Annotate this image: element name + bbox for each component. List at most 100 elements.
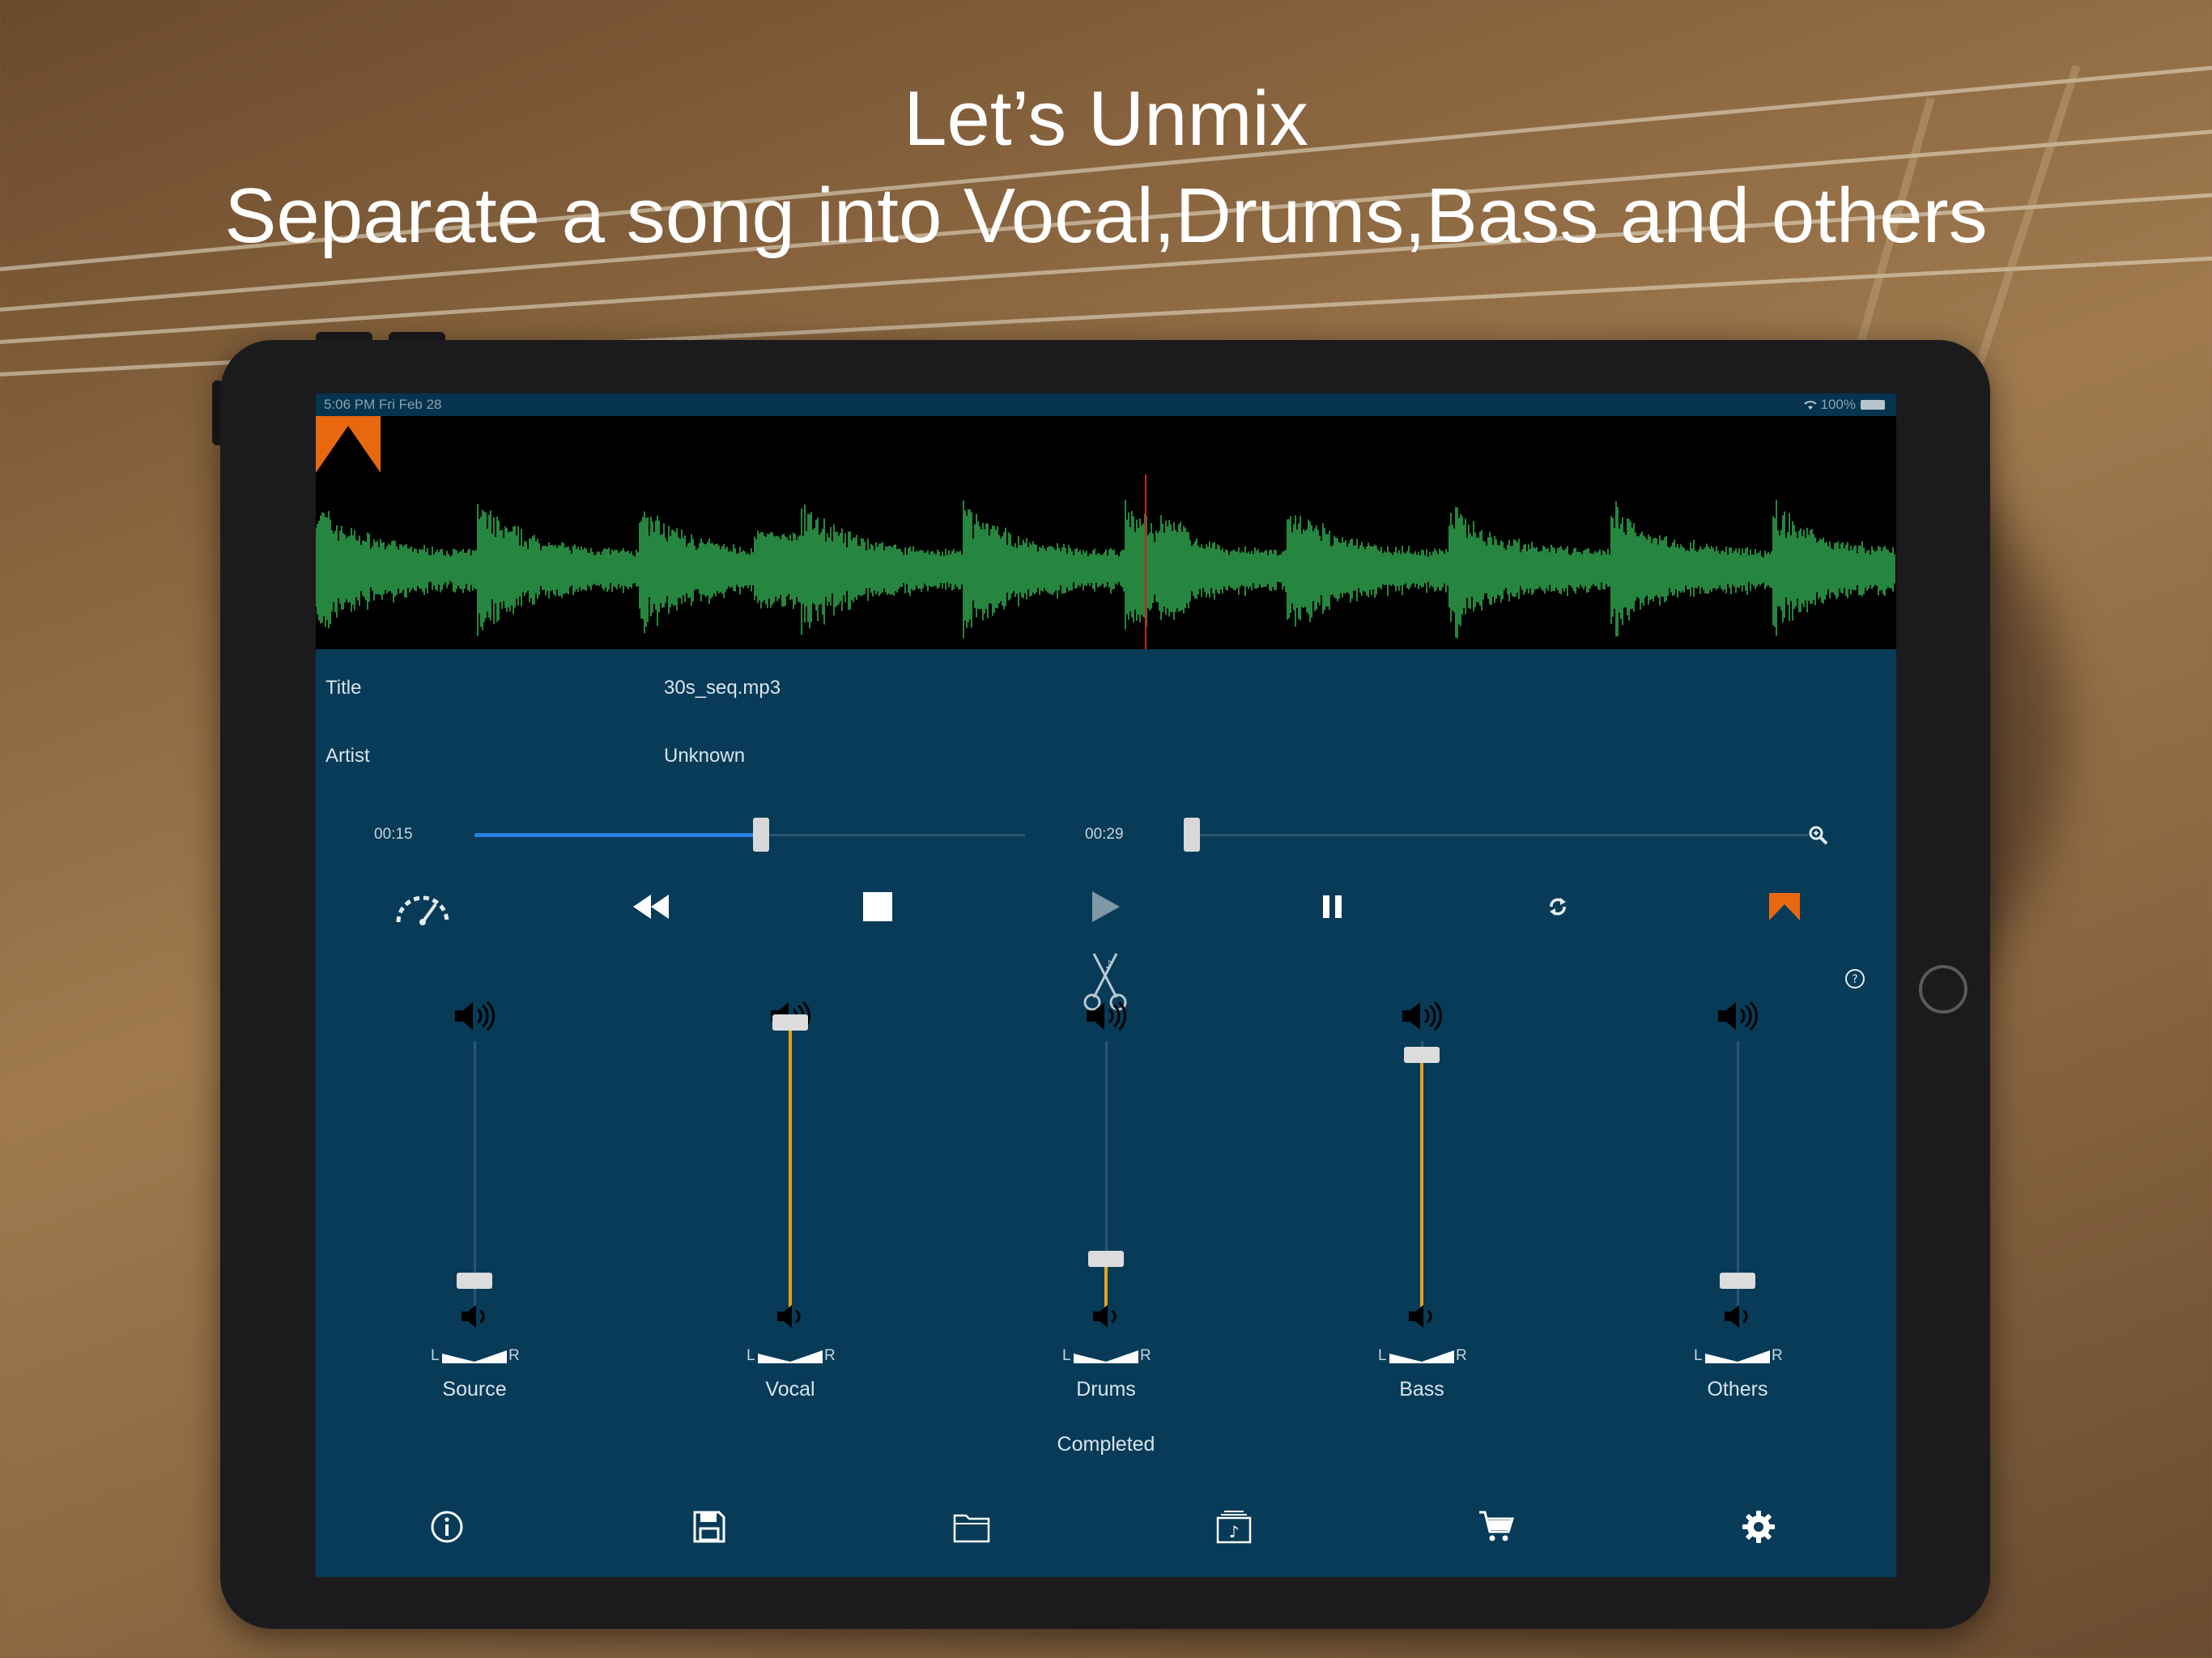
speaker-icon <box>777 1305 801 1328</box>
artist-value: Unknown <box>664 745 746 767</box>
channel-name: Vocal <box>765 1378 815 1401</box>
play-button[interactable] <box>1082 882 1130 931</box>
speaker-icon <box>1402 1001 1443 1031</box>
pan-right-label: R <box>824 1347 836 1364</box>
battery-text: 100% <box>1820 397 1856 412</box>
speaker-icon <box>1409 1305 1432 1328</box>
position-slider-thumb[interactable] <box>752 818 769 852</box>
channel-name: Others <box>1707 1378 1768 1401</box>
speed-button[interactable] <box>390 882 455 931</box>
volume-fader-fill <box>789 1022 792 1313</box>
svg-text:♪: ♪ <box>1105 959 1112 971</box>
zoom-icon <box>1809 826 1828 845</box>
zoom-slider-track[interactable] <box>1192 834 1809 836</box>
zoom-button[interactable] <box>1802 819 1835 852</box>
pan-left-label: L <box>747 1347 755 1364</box>
volume-fader-thumb[interactable] <box>1404 1047 1440 1064</box>
channel-solo-button[interactable] <box>1088 1300 1124 1333</box>
rewind-icon <box>633 895 669 919</box>
pan-slider[interactable] <box>442 1349 507 1369</box>
speaker-icon <box>1093 1305 1117 1328</box>
pan-triangle-icon <box>758 1350 823 1363</box>
channel-mute-button[interactable] <box>1713 997 1762 1035</box>
rewind-button[interactable] <box>625 882 677 931</box>
channel-name: Drums <box>1076 1378 1136 1401</box>
pan-triangle-icon <box>1074 1350 1138 1363</box>
volume-fader-thumb[interactable] <box>772 1014 808 1031</box>
loop-button[interactable] <box>1534 882 1582 931</box>
pause-icon <box>1323 895 1342 918</box>
speaker-icon <box>1087 1001 1127 1031</box>
channel-solo-button[interactable] <box>457 1300 492 1333</box>
title-value: 30s_seq.mp3 <box>664 677 781 699</box>
music-library-icon: ♪ <box>1216 1511 1252 1544</box>
speaker-icon <box>455 1001 496 1031</box>
save-button[interactable] <box>685 1503 734 1551</box>
volume-fader-thumb[interactable] <box>457 1273 492 1289</box>
pause-button[interactable] <box>1308 882 1357 931</box>
pan-left-label: L <box>1062 1347 1071 1364</box>
marker-icon <box>1769 893 1800 920</box>
pan-triangle-icon <box>442 1350 507 1363</box>
play-icon <box>1092 891 1120 922</box>
stop-button[interactable] <box>853 882 902 931</box>
speaker-icon <box>462 1305 485 1328</box>
pan-right-label: R <box>1140 1347 1151 1364</box>
music-library-button[interactable]: ♪ <box>1210 1503 1258 1551</box>
speed-icon <box>396 895 449 925</box>
wifi-icon <box>1803 401 1817 410</box>
pan-triangle-icon <box>1389 1350 1454 1363</box>
artist-label: Artist <box>325 745 370 767</box>
save-icon <box>693 1511 725 1543</box>
status-time: 5:06 PM Fri Feb 28 <box>324 397 442 412</box>
stop-icon <box>863 892 892 921</box>
volume-fader-thumb[interactable] <box>1720 1273 1755 1289</box>
help-button[interactable]: ? <box>1843 967 1867 991</box>
pan-triangle-icon <box>1705 1350 1770 1363</box>
status-bar: 5:06 PM Fri Feb 28 100% <box>316 393 1896 416</box>
waveform-path <box>316 500 1895 639</box>
playhead <box>1145 474 1146 649</box>
channel-solo-button[interactable] <box>1720 1300 1755 1333</box>
speaker-icon <box>1718 1001 1759 1031</box>
pan-left-label: L <box>1694 1347 1703 1364</box>
volume-fader-fill <box>1420 1055 1423 1313</box>
waveform <box>316 500 1895 639</box>
duration-time: 00:29 <box>1085 826 1124 843</box>
pan-slider[interactable] <box>1074 1349 1138 1369</box>
zoom-slider-thumb[interactable] <box>1184 818 1200 852</box>
pan-slider[interactable] <box>1705 1349 1770 1369</box>
battery-icon <box>1861 400 1885 410</box>
title-label: Title <box>325 677 362 699</box>
volume-fader-thumb[interactable] <box>1088 1251 1124 1268</box>
loop-end-marker-icon[interactable] <box>316 416 381 481</box>
pan-slider[interactable] <box>758 1349 823 1369</box>
settings-button[interactable] <box>1734 1503 1783 1551</box>
battery-percentage: 100% <box>1803 397 1856 413</box>
svg-text:♪: ♪ <box>1229 1522 1240 1541</box>
channel-solo-button[interactable] <box>772 1300 808 1333</box>
loop-icon <box>1550 898 1566 916</box>
promo-subheadline: Separate a song into Vocal,Drums,Bass an… <box>224 172 1988 259</box>
info-button[interactable] <box>423 1503 471 1551</box>
channel-solo-button[interactable] <box>1404 1300 1440 1333</box>
channel-mute-button[interactable] <box>450 997 499 1035</box>
open-folder-button[interactable] <box>947 1503 996 1551</box>
home-button[interactable] <box>1919 965 1967 1014</box>
cart-icon <box>1479 1511 1515 1541</box>
marker-button[interactable] <box>1760 882 1809 931</box>
store-button[interactable] <box>1472 1503 1521 1551</box>
pan-right-label: R <box>508 1347 520 1364</box>
folder-icon <box>953 1514 990 1543</box>
pan-right-label: R <box>1456 1347 1467 1364</box>
svg-text:?: ? <box>1852 973 1857 986</box>
channel-name: Bass <box>1399 1378 1444 1401</box>
position-time: 00:15 <box>374 826 413 843</box>
channel-mute-button[interactable] <box>1397 997 1446 1035</box>
info-icon <box>431 1511 463 1543</box>
channel-mute-button[interactable] <box>1082 997 1130 1035</box>
pan-slider[interactable] <box>1389 1349 1454 1369</box>
help-icon: ? <box>1845 969 1865 988</box>
app-screen: 5:06 PM Fri Feb 28 100% Title 30s_seq.mp… <box>316 393 1896 1577</box>
waveform-view[interactable] <box>316 416 1896 649</box>
